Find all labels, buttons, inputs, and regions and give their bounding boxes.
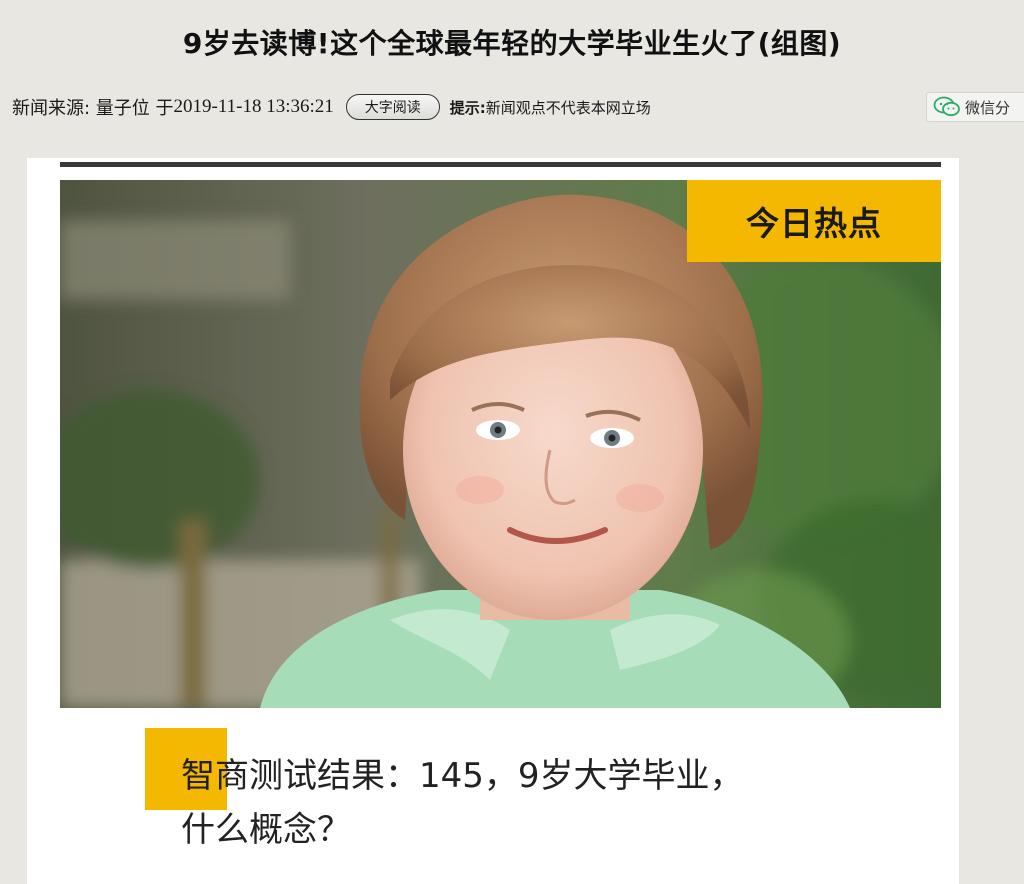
- page-margin: [959, 158, 1024, 884]
- caption-line-1: 智商测试结果：145，9岁大学毕业，: [181, 756, 744, 796]
- news-page: 9岁去读博!这个全球最年轻的大学毕业生火了(组图) 新闻来源: 量子位 于 20…: [0, 0, 1024, 884]
- source-label: 新闻来源: 量子位 于: [12, 98, 174, 119]
- image-top-rule: [60, 162, 941, 167]
- large-font-reading-button[interactable]: 大字阅读: [345, 94, 440, 120]
- publish-datetime: 2019-11-18 13:36:21: [173, 96, 334, 117]
- disclaimer: 提示:新闻观点不代表本网立场: [450, 97, 651, 118]
- article-photo: 今日热点: [60, 180, 941, 708]
- article-title: 9岁去读博!这个全球最年轻的大学毕业生火了(组图): [182, 27, 842, 60]
- wechat-icon: [933, 96, 960, 117]
- today-hot-badge: 今日热点: [687, 180, 941, 262]
- caption-line-2: 什么概念？: [181, 810, 351, 850]
- article-meta: 新闻来源: 量子位 于 2019-11-18 13:36:21 大字阅读 提示:…: [12, 92, 651, 122]
- wechat-share-button[interactable]: 微信分: [926, 92, 1024, 122]
- disclaimer-label: 提示:: [449, 98, 486, 117]
- disclaimer-text: 新闻观点不代表本网立场: [485, 98, 651, 117]
- wechat-share-label: 微信分: [965, 98, 1011, 117]
- article-image-card: 今日热点 智商测试结果：145，9岁大学毕业， 什么概念？: [27, 158, 959, 884]
